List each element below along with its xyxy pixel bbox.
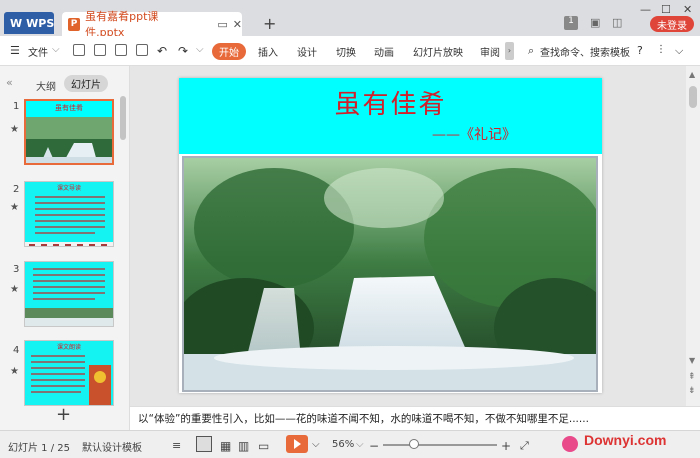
design-template-label[interactable]: 默认设计模板 [82,439,142,454]
watermark-text: Downyi.com [584,432,667,448]
document-tab[interactable]: P 虽有嘉肴ppt课件.pptx ▭ ✕ [62,10,242,39]
tab-design[interactable]: 设计 [297,44,317,59]
hamburger-menu-icon[interactable]: ☰ [10,44,20,57]
panel-scrollbar[interactable] [120,96,126,140]
tab-start[interactable]: 开始 [212,43,246,60]
zoom-chevron-icon[interactable]: ⌵ [356,439,364,450]
login-button[interactable]: 未登录 [650,16,694,32]
canvas-scroll-thumb[interactable] [689,86,697,108]
slide-subtitle[interactable]: ——《礼记》 [432,124,516,144]
print-preview-icon[interactable] [136,44,148,56]
thumb-title: 课文导读 [56,185,81,192]
file-menu[interactable]: 文件 [28,44,48,59]
wps-home-label: WPS [26,16,55,30]
tab-slides[interactable]: 幻灯片 [64,75,108,92]
slide-number: 4 [13,345,20,356]
next-slide-icon[interactable]: ⇟ [688,386,696,396]
close-tab-icon[interactable]: ✕ [233,18,242,31]
animation-star-icon: ★ [10,124,19,135]
redo-icon[interactable]: ↷ [178,44,188,58]
reading-view-icon[interactable]: ▥ [238,439,249,453]
scroll-up-icon[interactable]: ▲ [689,70,695,79]
slide-counter: 幻灯片 1 / 25 [8,443,70,454]
presenter-view-icon[interactable]: ▭ [258,439,269,453]
tab-slideshow[interactable]: 幻灯片放映 [413,44,463,59]
slide-number: 1 [13,101,20,112]
more-icon[interactable]: ⋮ [656,44,666,55]
slide-sorter-icon[interactable]: ▦ [220,439,231,453]
animation-star-icon: ★ [10,366,19,377]
search-icon[interactable]: ⌕ [528,44,534,58]
slide-thumbnail-2[interactable]: 课文导读 [24,181,114,247]
collapse-ribbon-icon[interactable]: ⌵ [675,44,683,58]
play-slideshow-button[interactable] [286,435,308,453]
layout-icon[interactable]: 1 [564,16,578,30]
tabs-scroll-right-icon[interactable]: › [505,42,514,60]
animation-star-icon: ★ [10,284,19,295]
quick-access-chevron-icon[interactable]: ⌵ [196,44,204,55]
thumb-text-lines [25,196,113,246]
minimize-icon[interactable]: — [640,3,651,16]
fit-window-icon[interactable]: ⤢ [520,439,529,453]
zoom-slider[interactable] [383,444,497,446]
tab-animation[interactable]: 动画 [374,44,394,59]
help-icon[interactable]: ? [637,44,643,57]
slide-number: 2 [13,184,20,195]
wps-home-tab[interactable]: W WPS [4,12,54,34]
add-slide-icon[interactable]: + [56,404,71,425]
notes-toggle-icon[interactable]: ≡ [172,439,181,452]
slide-thumbnail-3[interactable] [24,261,114,327]
tab-outline[interactable]: 大纲 [36,78,56,93]
shirt-skin-icon[interactable]: ▣ [590,16,604,30]
tab-window-icon[interactable]: ▭ [217,18,227,31]
prev-slide-icon[interactable]: ⇞ [688,372,696,382]
tab-review[interactable]: 审阅 [480,44,500,59]
tab-insert[interactable]: 插入 [258,44,278,59]
zoom-in-icon[interactable]: + [501,439,511,453]
thumb-waterfall-image [26,117,112,163]
thumb-text-lines [25,268,113,326]
thumb-title: 课文朗读 [56,344,81,351]
wps-logo-icon: W [10,16,23,30]
play-icon [294,439,301,449]
slide-thumbnail-4[interactable]: 课文朗读 [24,340,114,406]
export-pdf-icon[interactable] [94,44,106,56]
scroll-down-icon[interactable]: ▼ [689,356,695,365]
new-tab-button[interactable]: + [263,14,276,33]
slide-title[interactable]: 虽有佳肴 [179,84,602,121]
command-search[interactable]: 查找命令、搜索模板 [540,44,630,59]
watermark-logo-icon [562,436,578,452]
zoom-level[interactable]: 56% [332,439,354,450]
normal-view-icon[interactable] [196,436,212,452]
maximize-icon[interactable]: ☐ [661,3,671,16]
file-menu-chevron-icon[interactable]: ⌵ [52,44,60,55]
thumb-text-lines [31,355,111,405]
slide-thumbnail-1[interactable]: 虽有佳肴 [24,99,114,165]
presentation-file-icon: P [68,17,81,31]
animation-star-icon: ★ [10,202,19,213]
bag-icon[interactable]: ◫ [612,16,626,30]
thumb-title: 虽有佳肴 [26,101,112,117]
tab-transition[interactable]: 切换 [336,44,356,59]
canvas-scrollbar[interactable] [686,66,700,406]
collapse-panel-icon[interactable]: « [6,76,13,89]
save-icon[interactable] [73,44,85,56]
waterfall-image[interactable] [182,156,598,392]
slideshow-chevron-icon[interactable]: ⌵ [312,439,320,450]
slide-number: 3 [13,264,20,275]
close-window-icon[interactable]: ✕ [683,3,692,16]
zoom-slider-handle[interactable] [409,439,419,449]
print-icon[interactable] [115,44,127,56]
notes-text[interactable]: 以“体验”的重要性引入，比如——花的味道不闻不知，水的味道不喝不知，不做不知哪里… [138,411,589,426]
undo-icon[interactable]: ↶ [157,44,167,58]
zoom-out-icon[interactable]: − [369,439,379,453]
